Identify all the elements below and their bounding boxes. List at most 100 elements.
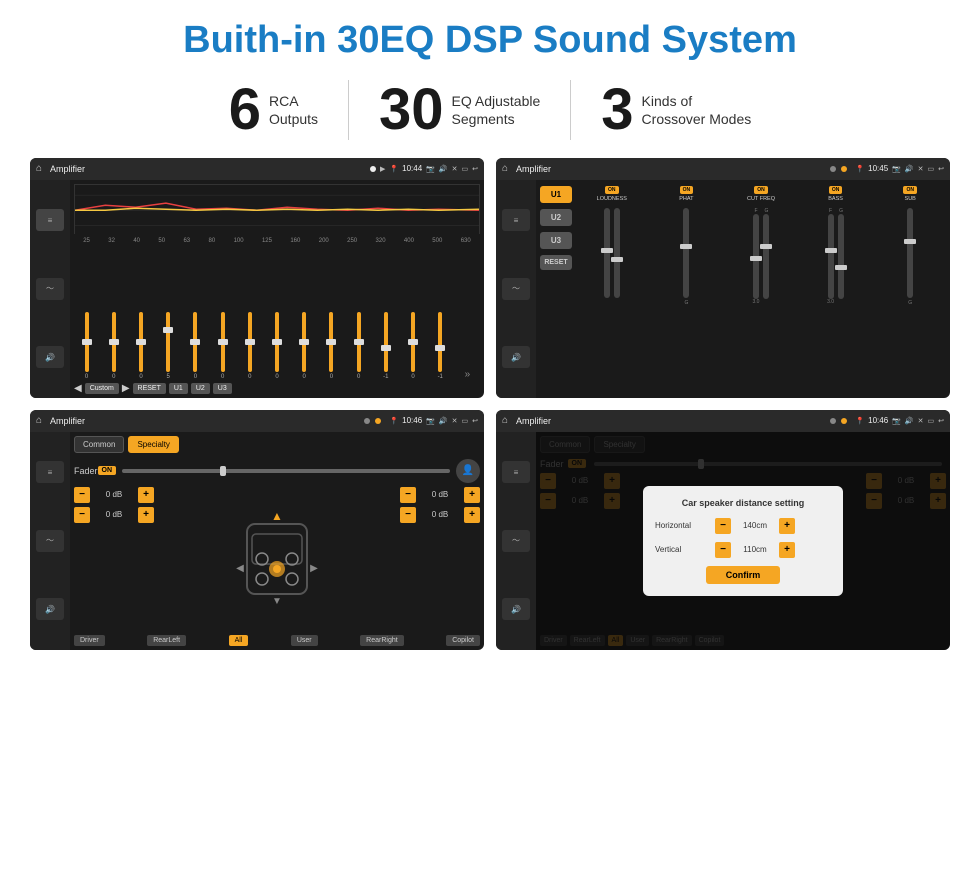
cx-preset-u1[interactable]: U1 [540, 186, 572, 203]
modal-title: Car speaker distance setting [655, 498, 831, 508]
cx-cam-icon: 📷 [892, 165, 901, 173]
fader-main-area: Common Specialty Fader ON 👤 [70, 432, 484, 650]
fader-home-icon: ⌂ [36, 415, 42, 426]
eq-u3-button[interactable]: U3 [213, 383, 232, 394]
eq-u2-button[interactable]: U2 [191, 383, 210, 394]
cx-title: Amplifier [516, 164, 826, 174]
eq-sidebar-icon-wave[interactable]: 〜 [36, 278, 64, 300]
cx-loudness-slider-l[interactable] [604, 208, 610, 298]
stat-crossover: 3 Kinds of Crossover Modes [571, 81, 781, 139]
cx-bass-col: ON BASS F 3.0 [800, 186, 872, 392]
cx-reset-btn[interactable]: RESET [540, 255, 572, 270]
fader-copilot-btn[interactable]: Copilot [446, 635, 480, 646]
fader-minus-2[interactable]: − [74, 507, 90, 523]
modal-vertical-label: Vertical [655, 545, 715, 554]
cx-preset-u2[interactable]: U2 [540, 209, 572, 226]
cx-location-icon: 📍 [855, 165, 864, 173]
eq-status-dot [370, 166, 376, 172]
eq-reset-button[interactable]: RESET [133, 383, 166, 394]
crossover-screen-card: ⌂ Amplifier 📍 10:45 📷 🔊 ✕ ▭ ↩ ≡ 〜 🔊 [496, 158, 950, 398]
cx-phat-label: PHAT [679, 196, 693, 202]
cx-loudness-slider-r[interactable] [614, 208, 620, 298]
dist-sidebar-icon-1[interactable]: ≡ [502, 461, 530, 483]
eq-sidebar-icon-vol[interactable]: 🔊 [36, 346, 64, 368]
fader-minus-1[interactable]: − [74, 487, 90, 503]
eq-prev-button[interactable]: ◀ [74, 383, 82, 394]
fader-sidebar-icon-2[interactable]: 〜 [36, 530, 64, 552]
fader-all-btn[interactable]: All [229, 635, 249, 646]
cx-x-icon: ✕ [918, 165, 924, 173]
fader-slider-thumb[interactable] [220, 466, 226, 476]
cx-phat-slider[interactable] [683, 208, 689, 298]
eq-slider-4: 5 [156, 312, 181, 380]
dist-sidebar-icon-2[interactable]: 〜 [502, 530, 530, 552]
fader-location-icon: 📍 [389, 417, 398, 425]
dist-vol-icon: 🔊 [905, 417, 914, 425]
fader-driver-btn[interactable]: Driver [74, 635, 105, 646]
cx-phat-on: ON [680, 186, 694, 194]
fader-car-center: ▲ ▼ ◀ ▶ [158, 487, 396, 631]
stat-text-eq: EQ Adjustable Segments [452, 92, 541, 128]
eq-screen-body: ≡ 〜 🔊 [30, 180, 484, 398]
fader-sidebar-icon-1[interactable]: ≡ [36, 461, 64, 483]
cx-bass-slider-f[interactable] [828, 214, 834, 299]
fader-db-control-4: − 0 dB + [400, 507, 480, 523]
fader-user-btn[interactable]: User [291, 635, 318, 646]
fader-bottom-btns: Driver RearLeft All User RearRight Copil… [74, 635, 480, 646]
fader-tab-common[interactable]: Common [74, 436, 124, 453]
fader-back-icon: ↩ [472, 417, 478, 425]
fader-title: Amplifier [50, 416, 360, 426]
fader-minus-3[interactable]: − [400, 487, 416, 503]
fader-user-icon[interactable]: 👤 [456, 459, 480, 483]
eq-next-button[interactable]: ▶ [122, 383, 130, 394]
eq-slider-6: 0 [210, 312, 235, 380]
cx-cutfreq-slider-f[interactable] [753, 214, 759, 299]
cx-loudness-col: ON LOUDNESS [576, 186, 648, 392]
cx-sub-on: ON [903, 186, 917, 194]
cx-sidebar-icon-3[interactable]: 🔊 [502, 346, 530, 368]
stats-row: 6 RCA Outputs 30 EQ Adjustable Segments … [30, 80, 950, 140]
svg-text:▲: ▲ [271, 509, 283, 523]
fader-rearright-btn[interactable]: RearRight [360, 635, 404, 646]
fader-minus-4[interactable]: − [400, 507, 416, 523]
eq-slider-14: -1 [428, 312, 453, 380]
fader-sidebar-icon-3[interactable]: 🔊 [36, 598, 64, 620]
dist-location-icon: 📍 [855, 417, 864, 425]
modal-vertical-control: − 110cm + [715, 542, 795, 558]
eq-custom-button[interactable]: Custom [85, 383, 119, 394]
modal-horizontal-plus[interactable]: + [779, 518, 795, 534]
cx-loudness-label: LOUDNESS [597, 196, 627, 202]
cx-bass-slider-g[interactable] [838, 214, 844, 299]
cx-sub-slider[interactable] [907, 208, 913, 298]
car-diagram-svg: ▲ ▼ ◀ ▶ [232, 504, 322, 614]
eq-sidebar-icon-eq[interactable]: ≡ [36, 209, 64, 231]
eq-home-icon: ⌂ [36, 163, 42, 174]
fader-plus-1[interactable]: + [138, 487, 154, 503]
cx-sidebar-icon-1[interactable]: ≡ [502, 209, 530, 231]
eq-slider-5: 0 [183, 312, 208, 380]
modal-horizontal-minus[interactable]: − [715, 518, 731, 534]
fader-plus-4[interactable]: + [464, 507, 480, 523]
fader-rearleft-btn[interactable]: RearLeft [147, 635, 186, 646]
fader-plus-2[interactable]: + [138, 507, 154, 523]
cx-sidebar-icon-2[interactable]: 〜 [502, 278, 530, 300]
fader-tab-specialty[interactable]: Specialty [128, 436, 178, 453]
dist-sidebar-icon-3[interactable]: 🔊 [502, 598, 530, 620]
fader-cam-icon: 📷 [426, 417, 435, 425]
modal-vertical-plus[interactable]: + [779, 542, 795, 558]
cx-preset-u3[interactable]: U3 [540, 232, 572, 249]
eq-slider-3: 0 [128, 312, 153, 380]
eq-slider-7: 0 [237, 312, 262, 380]
fader-plus-3[interactable]: + [464, 487, 480, 503]
eq-play-icon: ▶ [380, 165, 385, 173]
fader-db-value-3: 0 dB [418, 490, 462, 499]
screens-grid: ⌂ Amplifier ▶ 📍 10:44 📷 🔊 ✕ ▭ ↩ ≡ 〜 🔊 [30, 158, 950, 650]
svg-text:▶: ▶ [310, 563, 318, 574]
modal-confirm-button[interactable]: Confirm [706, 566, 781, 584]
cx-sub-col: ON SUB G [874, 186, 946, 392]
modal-vertical-value: 110cm [735, 545, 775, 554]
eq-freq-labels: 2532405063 80100125160200 25032040050063… [74, 238, 480, 244]
cx-cutfreq-slider-g[interactable] [763, 214, 769, 299]
modal-vertical-minus[interactable]: − [715, 542, 731, 558]
eq-u1-button[interactable]: U1 [169, 383, 188, 394]
